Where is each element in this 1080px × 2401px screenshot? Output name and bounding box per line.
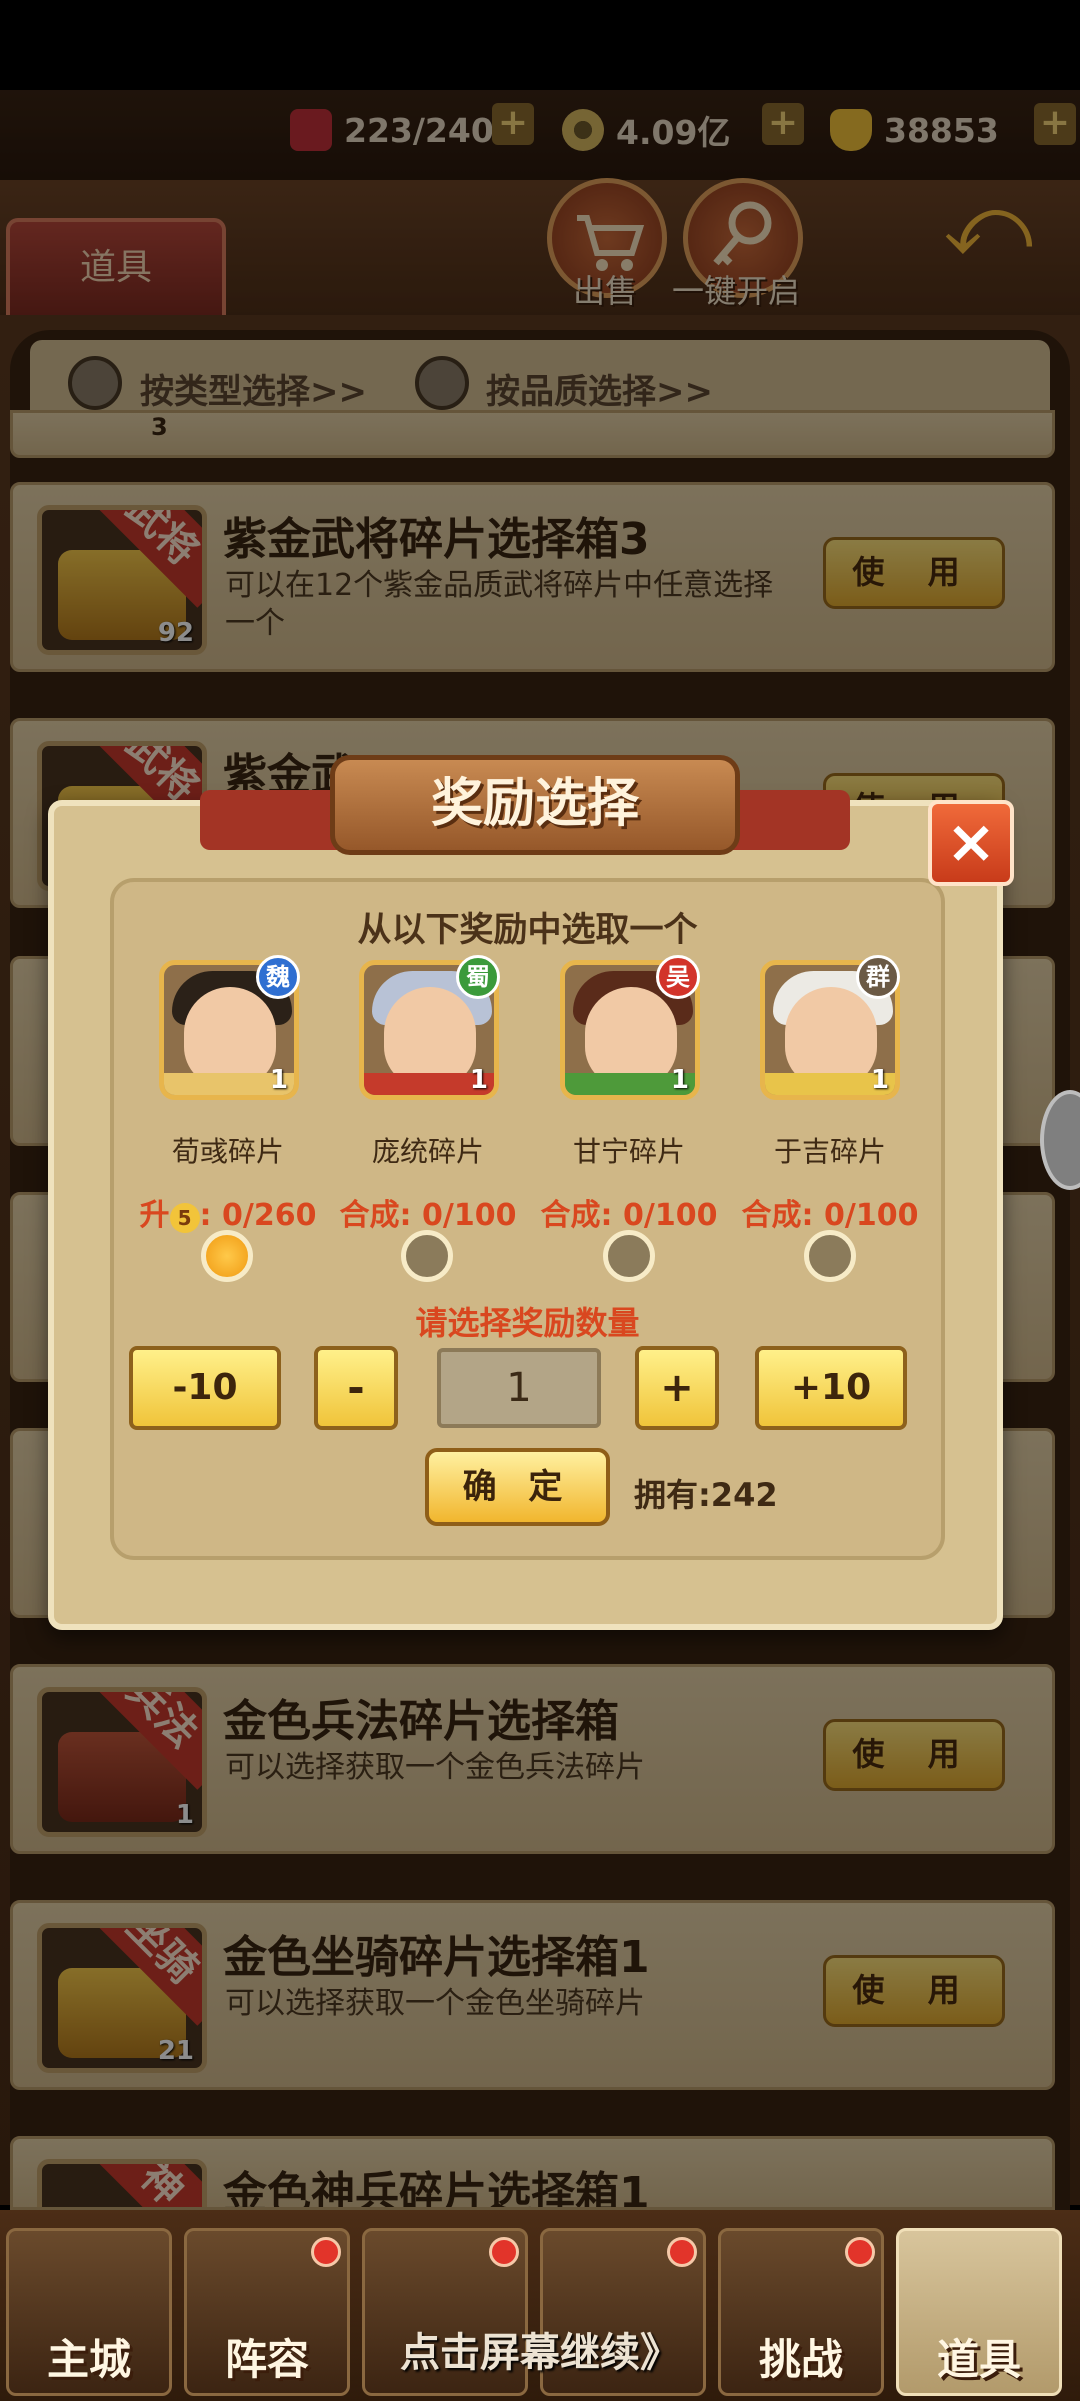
- plus-button[interactable]: +: [635, 1346, 719, 1430]
- reward-radio-selected[interactable]: [201, 1230, 253, 1282]
- dialog-subtitle: 从以下奖励中选取一个: [357, 910, 698, 950]
- close-button[interactable]: ×: [928, 800, 1014, 886]
- status-bar: [0, 0, 1080, 90]
- star-icon: 5: [169, 1203, 200, 1233]
- hero-progress: 合成: 0/100: [741, 1198, 919, 1233]
- quantity-input[interactable]: 1: [437, 1348, 601, 1428]
- nav-label: 道具: [936, 2335, 1021, 2384]
- faction-badge: 群: [856, 955, 900, 999]
- nav-main-city[interactable]: 主城: [6, 2228, 172, 2396]
- nav-challenge[interactable]: 挑战: [718, 2228, 884, 2396]
- hero-count: 1: [269, 1065, 288, 1095]
- upgrade-value: : 0/260: [199, 1198, 317, 1233]
- notification-dot: [667, 2237, 697, 2267]
- notification-dot: [845, 2237, 875, 2267]
- reward-radio[interactable]: [804, 1230, 856, 1282]
- dialog-title: 奖励选择: [330, 755, 740, 855]
- hero-name: 于吉碎片: [773, 1135, 886, 1168]
- hero-count: 1: [469, 1065, 488, 1095]
- nav-label: 挑战: [758, 2335, 843, 2384]
- reward-radio[interactable]: [401, 1230, 453, 1282]
- hero-progress: 升5: 0/260: [128, 1190, 328, 1234]
- plus-ten-button[interactable]: +10: [755, 1346, 907, 1430]
- confirm-button[interactable]: 确 定: [425, 1448, 610, 1526]
- minus-button[interactable]: -: [314, 1346, 398, 1430]
- hero-name: 荀彧碎片: [171, 1135, 284, 1168]
- hero-portrait: [585, 987, 677, 1087]
- hero-progress: 合成: 0/100: [339, 1198, 517, 1233]
- hero-count: 1: [870, 1065, 889, 1095]
- reward-radio[interactable]: [603, 1230, 655, 1282]
- quantity-label: 请选择奖励数量: [415, 1304, 640, 1342]
- nav-label: 阵容: [224, 2335, 309, 2384]
- owned-count: 拥有:242: [634, 1476, 778, 1514]
- hero-count: 1: [670, 1065, 689, 1095]
- faction-badge: 魏: [256, 955, 300, 999]
- hero-portrait: [384, 987, 476, 1087]
- hero-progress: 合成: 0/100: [540, 1198, 718, 1233]
- nav-items[interactable]: 道具: [896, 2228, 1062, 2396]
- nav-lineup[interactable]: 阵容: [184, 2228, 350, 2396]
- minus-ten-button[interactable]: -10: [129, 1346, 281, 1430]
- hero-portrait: [785, 987, 877, 1087]
- upgrade-label: 升: [139, 1198, 170, 1233]
- tap-to-continue[interactable]: 点击屏幕继续》: [360, 2320, 720, 2378]
- hero-name: 庞统碎片: [371, 1135, 484, 1168]
- notification-dot: [489, 2237, 519, 2267]
- nav-label: 主城: [46, 2335, 131, 2384]
- hero-name: 甘宁碎片: [572, 1135, 685, 1168]
- faction-badge: 吴: [656, 955, 700, 999]
- hero-portrait: [184, 987, 276, 1087]
- notification-dot: [311, 2237, 341, 2267]
- faction-badge: 蜀: [456, 955, 500, 999]
